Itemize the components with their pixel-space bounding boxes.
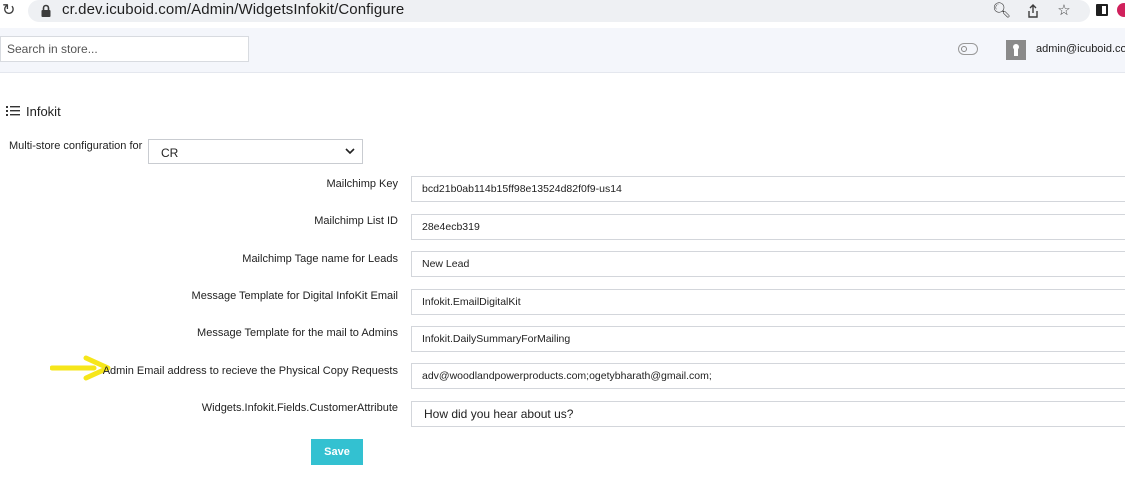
admin-email-label: Admin Email address to recieve the Physi… [102,365,398,377]
digital-template-input[interactable] [411,289,1125,315]
multistore-selected-value: CR [161,146,179,160]
customer-attribute-input[interactable] [411,401,1125,427]
mailchimp-key-label: Mailchimp Key [326,178,398,190]
zoom-icon[interactable]: 🔍︎ [992,2,1011,20]
admin-template-input[interactable] [411,326,1125,352]
side-panel-icon[interactable] [1096,4,1108,16]
bookmark-star-icon[interactable]: ☆ [1055,2,1073,20]
address-bar[interactable]: cr.dev.icuboid.com/Admin/WidgetsInfokit/… [28,0,1090,22]
customer-attribute-label: Widgets.Infokit.Fields.CustomerAttribute [201,402,398,414]
mailchimp-list-id-input[interactable] [411,214,1125,240]
store-search-input[interactable] [0,36,249,62]
profile-avatar[interactable] [1117,3,1125,17]
mailchimp-tag-label: Mailchimp Tage name for Leads [242,253,398,265]
mailchimp-tag-input[interactable] [411,251,1125,277]
reload-icon[interactable]: ↻ [2,2,20,20]
page-title: Infokit [26,104,61,119]
share-icon[interactable] [1024,2,1042,20]
admin-template-label: Message Template for the mail to Admins [197,327,398,339]
url-text[interactable]: cr.dev.icuboid.com/Admin/WidgetsInfokit/… [62,1,404,18]
user-avatar[interactable] [1006,40,1026,60]
theme-toggle[interactable] [958,43,978,55]
multistore-label: Multi-store configuration for [9,140,143,152]
lock-icon [41,4,51,17]
mailchimp-key-input[interactable] [411,176,1125,202]
digital-template-label: Message Template for Digital InfoKit Ema… [191,290,398,302]
mailchimp-list-id-label: Mailchimp List ID [314,215,398,227]
chevron-down-icon [345,148,355,155]
browser-toolbar: ↻ cr.dev.icuboid.com/Admin/WidgetsInfoki… [0,0,1125,24]
save-button[interactable]: Save [311,439,363,465]
user-email[interactable]: admin@icuboid.com [1036,43,1125,55]
list-icon [6,106,20,116]
multistore-select[interactable]: CR [148,139,363,164]
admin-email-input[interactable] [411,363,1125,389]
admin-header: admin@icuboid.com [0,28,1125,73]
